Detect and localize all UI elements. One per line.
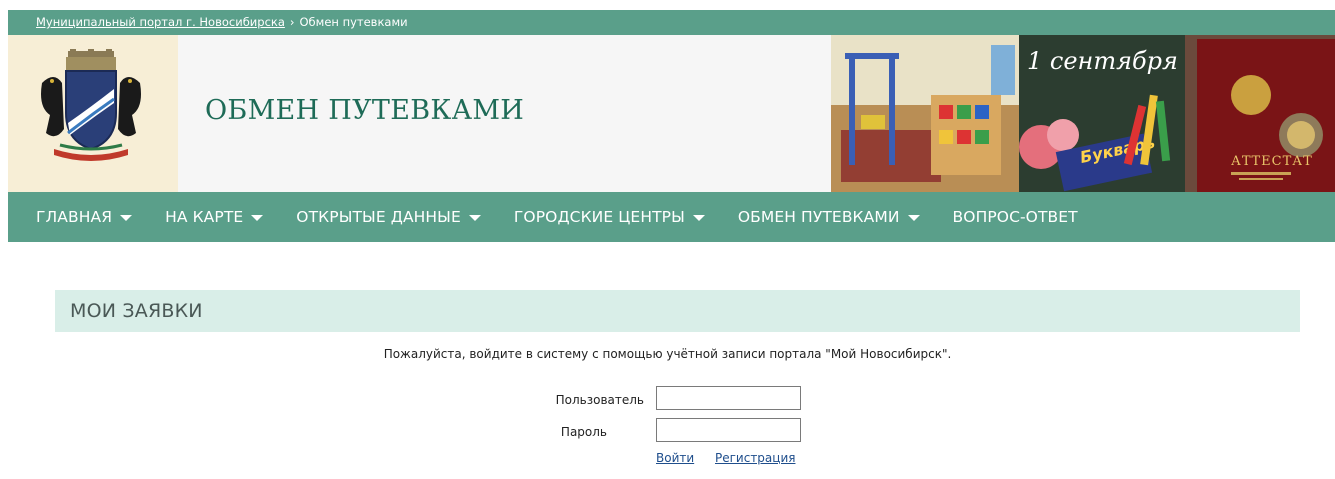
- login-link[interactable]: Войти: [656, 451, 694, 465]
- nav-item-voucher-exchange[interactable]: ОБМЕН ПУТЕВКАМИ: [738, 208, 920, 226]
- my-requests-panel-title: МОИ ЗАЯВКИ: [55, 290, 1300, 332]
- nav-item-label: ВОПРОС-ОТВЕТ: [952, 208, 1078, 226]
- breadcrumb-separator: ›: [289, 15, 295, 29]
- register-link[interactable]: Регистрация: [715, 451, 795, 465]
- dropdown-caret-icon: [251, 215, 264, 221]
- main-navigation: ГЛАВНАЯ НА КАРТЕ ОТКРЫТЫЕ ДАННЫЕ ГОРОДСК…: [8, 192, 1335, 242]
- page-wrapper: Муниципальный портал г. Новосибирска › Обм…: [8, 10, 1335, 242]
- nav-item-main[interactable]: ГЛАВНАЯ: [36, 208, 133, 226]
- dropdown-caret-icon: [120, 215, 133, 221]
- dropdown-caret-icon: [692, 215, 705, 221]
- username-input[interactable]: [656, 386, 801, 410]
- nav-item-label: ГОРОДСКИЕ ЦЕНТРЫ: [513, 208, 685, 226]
- logo-area[interactable]: [8, 35, 178, 192]
- nav-item-label: НА КАРТЕ: [165, 208, 244, 226]
- banner-date-text: 1 сентября: [1027, 47, 1178, 75]
- breadcrumb-portal-link[interactable]: Муниципальный портал г. Новосибирска: [36, 15, 285, 29]
- username-label: Пользователь: [555, 393, 644, 407]
- login-instruction-text: Пожалуйста, войдите в систему с помощью …: [383, 347, 952, 361]
- nav-item-open-data[interactable]: ОТКРЫТЫЕ ДАННЫЕ: [296, 208, 481, 226]
- site-title: ОБМЕН ПУТЕВКАМИ: [205, 95, 525, 126]
- password-label: Пароль: [560, 425, 607, 439]
- breadcrumb: Муниципальный портал г. Новосибирска › Обм…: [8, 10, 1335, 35]
- banner-certificate-text: АТТЕСТАТ: [1231, 154, 1313, 169]
- nav-item-label: ОТКРЫТЫЕ ДАННЫЕ: [296, 208, 461, 226]
- nav-item-faq[interactable]: ВОПРОС-ОТВЕТ: [953, 208, 1078, 226]
- dropdown-caret-icon: [468, 215, 481, 221]
- password-input[interactable]: [656, 418, 801, 442]
- nav-item-label: ОБМЕН ПУТЕВКАМИ: [737, 208, 900, 226]
- nav-item-label: ГЛАВНАЯ: [36, 208, 113, 226]
- site-header: ОБМЕН ПУТЕВКАМИ 1 сентября Букварь АТТЕС…: [8, 35, 1335, 192]
- dropdown-caret-icon: [907, 215, 920, 221]
- header-banner-image: 1 сентября Букварь АТТЕСТАТ: [831, 35, 1335, 192]
- breadcrumb-current: Обмен путевками: [299, 15, 408, 29]
- nav-item-map[interactable]: НА КАРТЕ: [165, 208, 264, 226]
- city-coat-of-arms-icon: [41, 49, 141, 161]
- nav-item-city-centers[interactable]: ГОРОДСКИЕ ЦЕНТРЫ: [514, 208, 705, 226]
